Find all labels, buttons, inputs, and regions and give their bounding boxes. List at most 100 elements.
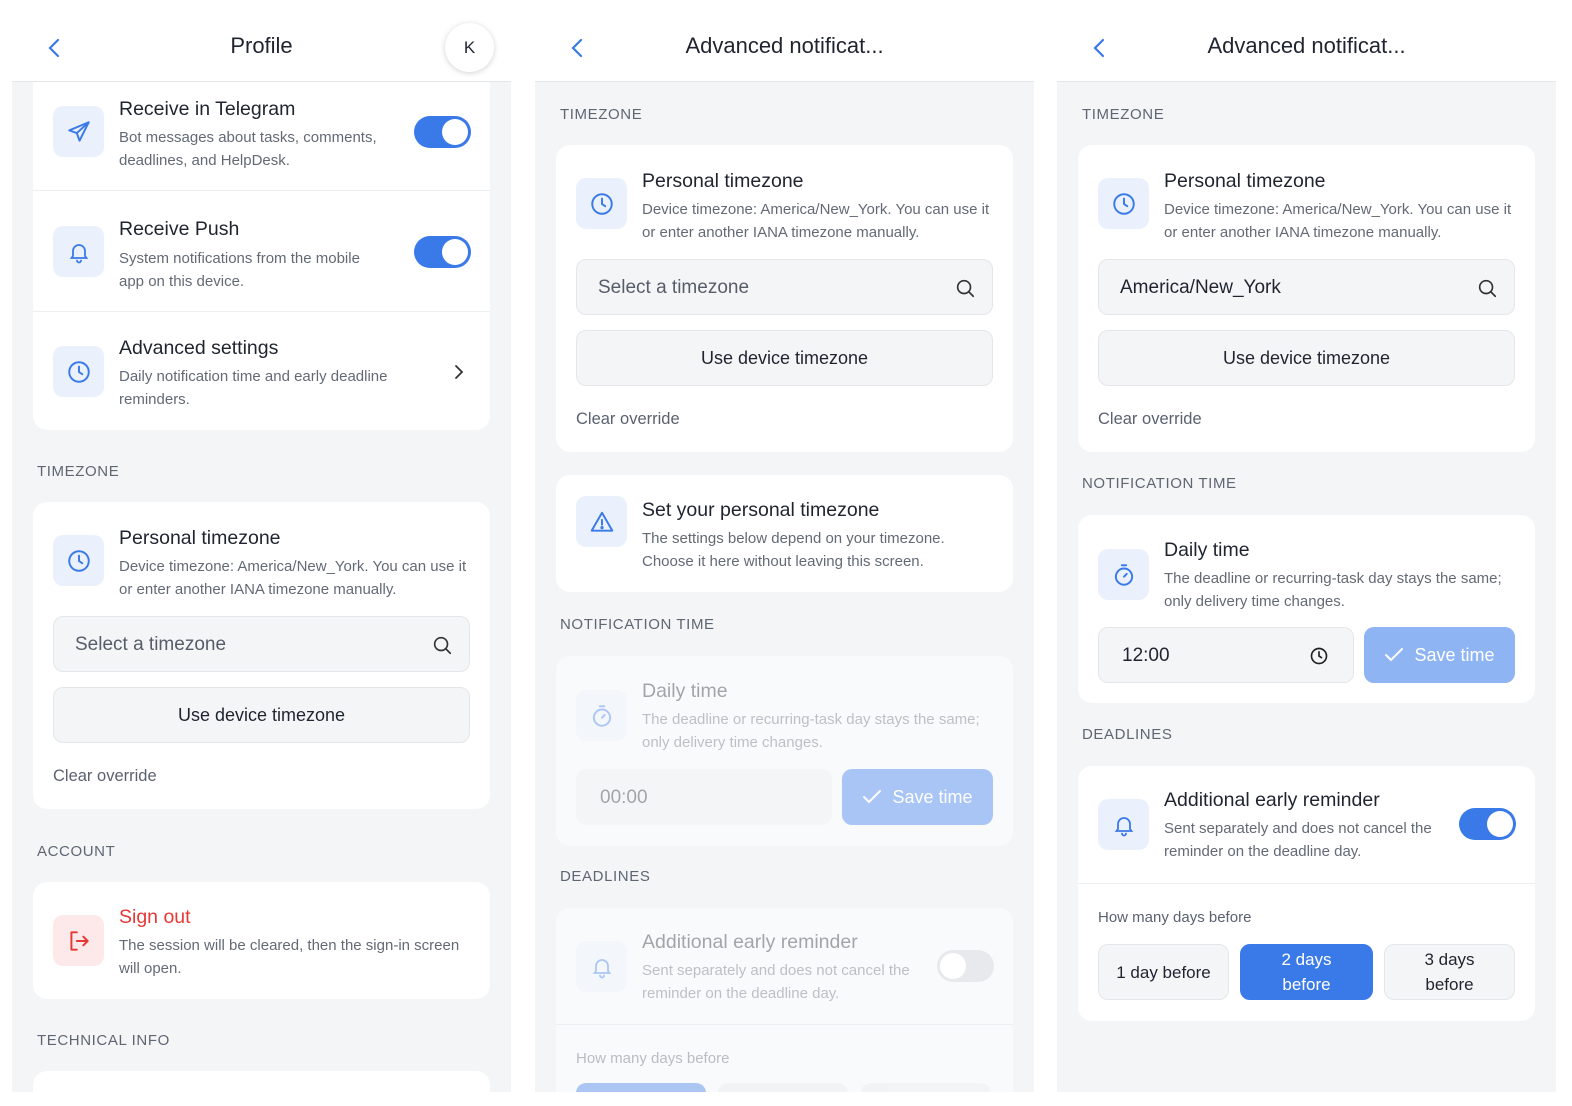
clock-icon [53, 535, 104, 586]
timezone-placeholder: Select a timezone [75, 634, 227, 655]
advanced-settings-row[interactable]: Advanced settings Daily notification tim… [33, 311, 490, 430]
divider [1078, 883, 1535, 884]
timezone-title: Personal timezone [642, 170, 804, 192]
daily-time-value: 12:00 [1122, 645, 1170, 666]
push-title: Receive Push [119, 218, 240, 240]
divider [556, 1024, 1013, 1025]
avatar[interactable]: K [445, 23, 494, 72]
bell-icon [53, 226, 104, 277]
signout-card[interactable]: Sign out The session will be cleared, th… [33, 882, 490, 999]
daily-time-desc-2: only delivery time changes. [642, 734, 823, 751]
timezone-desc-1: Device timezone: America/New_York. You c… [1164, 201, 1512, 218]
timezone-value: America/New_York [1120, 277, 1281, 298]
advanced-title: Advanced settings [119, 337, 279, 359]
use-device-timezone-button[interactable]: Use device timezone [1098, 330, 1515, 386]
days-option-line2: before [1425, 975, 1474, 994]
daily-time-input[interactable]: 00:00 [576, 769, 832, 825]
days-option-1-day[interactable]: 1 day before [1098, 944, 1229, 1000]
stopwatch-icon [1098, 549, 1149, 600]
advanced-notifications-filled-screen: Advanced notificat... TIMEZONE Personal … [1057, 0, 1556, 1092]
clear-override-link[interactable]: Clear override [1098, 410, 1202, 429]
days-option-1[interactable] [576, 1083, 706, 1092]
timezone-search-input[interactable]: Select a timezone [576, 259, 993, 315]
early-reminder-title: Additional early reminder [642, 931, 858, 953]
check-icon [862, 789, 882, 805]
page-title: Advanced notificat... [1207, 33, 1406, 58]
push-row[interactable]: Receive Push System notifications from t… [33, 190, 490, 311]
timezone-card: Personal timezone Device timezone: Ameri… [556, 145, 1013, 452]
how-many-days-label: How many days before [1098, 909, 1252, 926]
timezone-search-input[interactable]: Select a timezone [53, 616, 470, 672]
early-reminder-toggle[interactable] [1459, 808, 1516, 840]
daily-time-desc-1: The deadline or recurring-task day stays… [1164, 570, 1502, 587]
page-title: Profile [230, 33, 293, 58]
early-reminder-desc-1: Sent separately and does not cancel the [642, 962, 910, 979]
timezone-placeholder: Select a timezone [598, 277, 750, 298]
advanced-desc-1: Daily notification time and early deadli… [119, 368, 388, 385]
notification-time-section-label: NOTIFICATION TIME [560, 616, 715, 633]
clock-icon [1309, 646, 1329, 666]
save-time-button[interactable]: Save time [842, 769, 993, 825]
clear-override-link[interactable]: Clear override [576, 410, 680, 429]
save-time-button[interactable]: Save time [1364, 627, 1515, 683]
timezone-search-input[interactable]: America/New_York [1098, 259, 1515, 315]
save-time-label: Save time [892, 786, 973, 807]
technical-info-card [33, 1071, 490, 1092]
telegram-desc-1: Bot messages about tasks, comments, [119, 129, 377, 146]
advanced-notifications-empty-screen: Advanced notificat... TIMEZONE Personal … [535, 0, 1034, 1092]
daily-time-input[interactable]: 12:00 [1098, 627, 1354, 683]
warning-desc-2: Choose it here without leaving this scre… [642, 553, 924, 570]
early-reminder-toggle[interactable] [937, 950, 994, 982]
early-reminder-desc-2: reminder on the deadline day. [642, 985, 840, 1002]
telegram-row[interactable]: Receive in Telegram Bot messages about t… [33, 70, 490, 190]
telegram-toggle[interactable] [414, 116, 471, 148]
search-icon [954, 277, 976, 299]
clock-icon [53, 346, 104, 397]
timezone-desc-1: Device timezone: America/New_York. You c… [119, 558, 467, 575]
timezone-section-label: TIMEZONE [37, 463, 120, 480]
timezone-card: Personal timezone Device timezone: Ameri… [33, 502, 490, 809]
deadlines-section-label: DEADLINES [560, 868, 651, 885]
daily-time-title: Daily time [1164, 539, 1250, 561]
clock-icon [576, 178, 627, 229]
signout-desc-1: The session will be cleared, then the si… [119, 937, 460, 954]
push-desc-2: app on this device. [119, 273, 245, 290]
telegram-desc-2: deadlines, and HelpDesk. [119, 152, 290, 169]
days-option-2[interactable] [718, 1083, 848, 1092]
timezone-card: Personal timezone Device timezone: Ameri… [1078, 145, 1535, 452]
timezone-desc-1: Device timezone: America/New_York. You c… [642, 201, 990, 218]
save-time-label: Save time [1414, 644, 1495, 665]
days-option-2-days[interactable]: 2 days before [1240, 944, 1373, 1000]
use-device-timezone-button[interactable]: Use device timezone [53, 687, 470, 743]
use-device-timezone-button[interactable]: Use device timezone [576, 330, 993, 386]
chevron-right-icon [453, 364, 465, 380]
signout-desc-2: will open. [119, 960, 182, 977]
timezone-section-label: TIMEZONE [1082, 106, 1165, 123]
account-section-label: ACCOUNT [37, 843, 116, 860]
push-toggle[interactable] [414, 236, 471, 268]
notification-channels-card: Receive in Telegram Bot messages about t… [33, 70, 490, 430]
daily-time-card: Daily time The deadline or recurring-tas… [556, 656, 1013, 846]
days-option-line1: 1 day before [1116, 962, 1211, 982]
daily-time-desc-1: The deadline or recurring-task day stays… [642, 711, 980, 728]
telegram-title: Receive in Telegram [119, 98, 296, 120]
warning-title: Set your personal timezone [642, 499, 880, 521]
timezone-title: Personal timezone [119, 527, 281, 549]
early-reminder-card: Additional early reminder Sent separatel… [556, 908, 1013, 1092]
timezone-desc-2: or enter another IANA timezone manually. [119, 581, 397, 598]
advanced-topbar: Advanced notificat... [535, 0, 1034, 82]
days-option-3[interactable] [861, 1083, 991, 1092]
daily-time-desc-2: only delivery time changes. [1164, 593, 1345, 610]
how-many-days-label: How many days before [576, 1050, 730, 1067]
early-reminder-desc-1: Sent separately and does not cancel the [1164, 820, 1432, 837]
bell-icon [1098, 799, 1149, 850]
days-option-line1: 3 days [1424, 950, 1475, 969]
clear-override-link[interactable]: Clear override [53, 767, 157, 786]
early-reminder-card: Additional early reminder Sent separatel… [1078, 766, 1535, 1021]
clock-icon [1098, 178, 1149, 229]
timezone-title: Personal timezone [1164, 170, 1326, 192]
early-reminder-disabled-content: Additional early reminder Sent separatel… [556, 908, 1013, 1092]
deadlines-section-label: DEADLINES [1082, 726, 1173, 743]
send-icon [53, 106, 104, 157]
days-option-3-days[interactable]: 3 days before [1384, 944, 1515, 1000]
